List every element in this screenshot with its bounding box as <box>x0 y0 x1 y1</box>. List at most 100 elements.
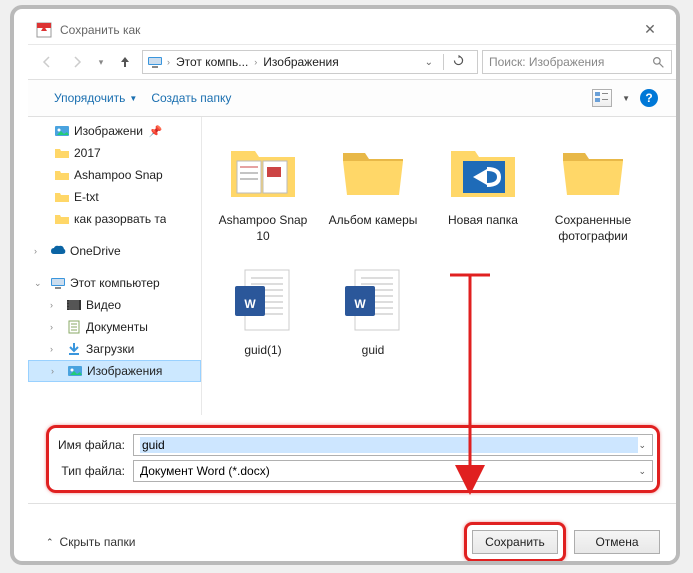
breadcrumb-folder[interactable]: Изображения <box>261 55 340 69</box>
folder-item-saved[interactable]: Сохраненные фотографии <box>538 131 648 261</box>
item-label: Новая папка <box>448 213 518 229</box>
back-button[interactable] <box>34 49 60 75</box>
organize-button[interactable]: Упорядочить▼ <box>48 87 143 109</box>
organize-label: Упорядочить <box>54 91 125 105</box>
item-label: Ashampoo Snap 10 <box>212 213 314 244</box>
new-folder-button[interactable]: Создать папку <box>145 87 237 109</box>
item-label: Сохраненные фотографии <box>542 213 644 244</box>
tree-item-pictures[interactable]: Изображени📌 <box>28 120 201 142</box>
tree-item-downloads[interactable]: ›Загрузки <box>28 338 201 360</box>
expand-icon[interactable]: › <box>51 366 63 376</box>
forward-button[interactable] <box>64 49 90 75</box>
filetype-label: Тип файла: <box>53 464 133 478</box>
docs-icon <box>66 319 82 335</box>
search-placeholder: Поиск: Изображения <box>489 55 652 69</box>
svg-text:W: W <box>354 297 366 311</box>
save-button[interactable]: Сохранить <box>472 530 558 554</box>
titlebar: Сохранить как ✕ <box>28 15 678 45</box>
item-label: guid(1) <box>244 343 281 359</box>
tree-item-onedrive[interactable]: ›OneDrive <box>28 240 201 262</box>
save-label: Сохранить <box>485 535 545 549</box>
breadcrumb-sep: › <box>167 57 170 67</box>
search-input[interactable]: Поиск: Изображения <box>482 50 672 74</box>
expand-icon[interactable]: › <box>34 246 46 256</box>
tree-item-ashampoo[interactable]: Ashampoo Snap <box>28 164 201 186</box>
word-icon: W <box>343 266 403 336</box>
file-item-guid[interactable]: W guid <box>318 261 428 391</box>
tree-nav: Изображени📌 2017 Ashampoo Snap E-txt как… <box>28 117 202 415</box>
filename-value: guid <box>140 437 638 453</box>
folder-icon <box>54 167 70 183</box>
breadcrumb-pc[interactable]: Этот компь... <box>174 55 250 69</box>
expand-icon[interactable]: › <box>50 322 62 332</box>
up-button[interactable] <box>112 49 138 75</box>
dropdown-icon[interactable]: ⌄ <box>638 440 646 451</box>
filename-row: Имя файла: guid⌄ <box>53 434 653 456</box>
tree-item-etxt[interactable]: E-txt <box>28 186 201 208</box>
view-button[interactable] <box>592 89 612 107</box>
word-icon: W <box>233 266 293 336</box>
folder-icon <box>54 189 70 205</box>
cancel-label: Отмена <box>595 535 638 549</box>
address-bar[interactable]: › Этот компь... › Изображения ⌄ <box>142 50 478 74</box>
folder-item-new[interactable]: Новая папка <box>428 131 538 261</box>
svg-text:W: W <box>244 297 256 311</box>
tree-item-pictures-selected[interactable]: ›Изображения <box>28 360 201 382</box>
outer-frame: Сохранить как ✕ ▾ › Этот компь... › Изоб… <box>10 5 680 565</box>
address-dropdown[interactable]: ⌄ <box>419 57 439 68</box>
tree-item-kak[interactable]: как разорвать та <box>28 208 201 230</box>
collapse-icon[interactable]: ⌄ <box>34 278 46 289</box>
folder-thumb-icon <box>227 139 299 203</box>
body: Изображени📌 2017 Ashampoo Snap E-txt как… <box>28 117 678 415</box>
onedrive-icon <box>50 243 66 259</box>
filetype-value: Документ Word (*.docx) <box>140 464 638 478</box>
pc-icon <box>50 275 66 291</box>
item-label: Альбом камеры <box>329 213 418 229</box>
tree-item-video[interactable]: ›Видео <box>28 294 201 316</box>
close-icon[interactable]: ✕ <box>630 21 670 38</box>
command-bar: Упорядочить▼ Создать папку ▼ ? <box>28 79 678 117</box>
help-button[interactable]: ? <box>640 89 658 107</box>
new-folder-label: Создать папку <box>151 91 231 105</box>
folder-icon <box>54 211 70 227</box>
folder-icon <box>337 139 409 203</box>
recent-dropdown[interactable]: ▾ <box>94 49 108 75</box>
pc-icon <box>147 54 163 70</box>
folder-blue-icon <box>447 139 519 203</box>
folder-icon <box>557 139 629 203</box>
folder-item-ashampoo[interactable]: Ashampoo Snap 10 <box>208 131 318 261</box>
search-icon <box>652 56 665 69</box>
highlight-save-box: Сохранить <box>464 522 566 562</box>
separator <box>28 503 678 504</box>
tree-item-thispc[interactable]: ⌄Этот компьютер <box>28 272 201 294</box>
bottom-panel: Имя файла: guid⌄ Тип файла: Документ Wor… <box>28 415 678 497</box>
filetype-row: Тип файла: Документ Word (*.docx)⌄ <box>53 460 653 482</box>
save-dialog: Сохранить как ✕ ▾ › Этот компь... › Изоб… <box>28 15 678 562</box>
video-icon <box>66 297 82 313</box>
window-title: Сохранить как <box>60 23 630 37</box>
hide-folders-button[interactable]: ⌃Скрыть папки <box>46 535 135 549</box>
filename-input[interactable]: guid⌄ <box>133 434 653 456</box>
folder-icon <box>54 145 70 161</box>
pdf-app-icon <box>36 22 52 38</box>
cancel-button[interactable]: Отмена <box>574 530 660 554</box>
tree-item-2017[interactable]: 2017 <box>28 142 201 164</box>
tree-item-documents[interactable]: ›Документы <box>28 316 201 338</box>
highlight-filename-box: Имя файла: guid⌄ Тип файла: Документ Wor… <box>46 425 660 493</box>
pictures-icon <box>54 123 70 139</box>
downloads-icon <box>66 341 82 357</box>
hide-folders-label: Скрыть папки <box>60 535 136 549</box>
expand-icon[interactable]: › <box>50 344 62 354</box>
file-item-guid1[interactable]: W guid(1) <box>208 261 318 391</box>
refresh-button[interactable] <box>443 54 473 70</box>
filetype-select[interactable]: Документ Word (*.docx)⌄ <box>133 460 653 482</box>
dropdown-icon[interactable]: ⌄ <box>638 466 646 477</box>
filename-label: Имя файла: <box>53 438 133 452</box>
pictures-icon <box>67 363 83 379</box>
item-label: guid <box>362 343 385 359</box>
pin-icon: 📌 <box>149 125 163 138</box>
expand-icon[interactable]: › <box>50 300 62 310</box>
folder-item-camera[interactable]: Альбом камеры <box>318 131 428 261</box>
file-grid: Ashampoo Snap 10 Альбом камеры Новая пап… <box>202 117 678 415</box>
footer: ⌃Скрыть папки Сохранить Отмена <box>28 510 678 565</box>
